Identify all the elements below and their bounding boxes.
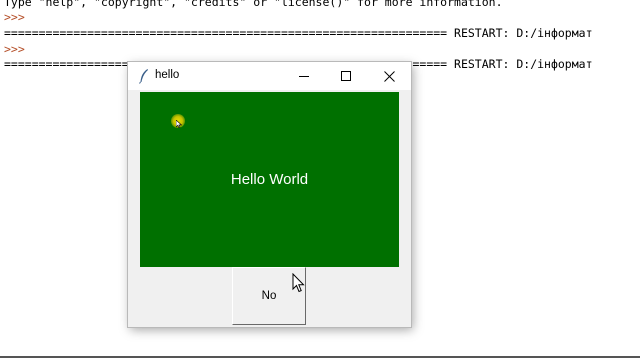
feather-icon: [139, 69, 148, 84]
minimize-button[interactable]: [283, 62, 325, 90]
restart-separator: ========================================…: [4, 26, 593, 40]
shell-prompt: >>>: [4, 42, 25, 56]
shell-prompt: >>>: [4, 10, 25, 24]
title-bar[interactable]: hello: [128, 62, 411, 90]
maximize-icon: [341, 71, 351, 81]
pointer-icon: [176, 120, 182, 128]
shell-banner: Type "help", "copyright", "credits" or "…: [4, 0, 503, 9]
close-button[interactable]: [368, 62, 410, 90]
tk-window[interactable]: hello Hello World No: [128, 62, 411, 327]
mouse-cursor-icon: [292, 273, 305, 293]
window-title: hello: [155, 69, 180, 81]
screen-divider: [0, 356, 640, 358]
maximize-button[interactable]: [325, 62, 367, 90]
hello-label: Hello World: [140, 92, 399, 267]
close-icon: [383, 70, 395, 82]
minimize-icon: [299, 76, 309, 77]
